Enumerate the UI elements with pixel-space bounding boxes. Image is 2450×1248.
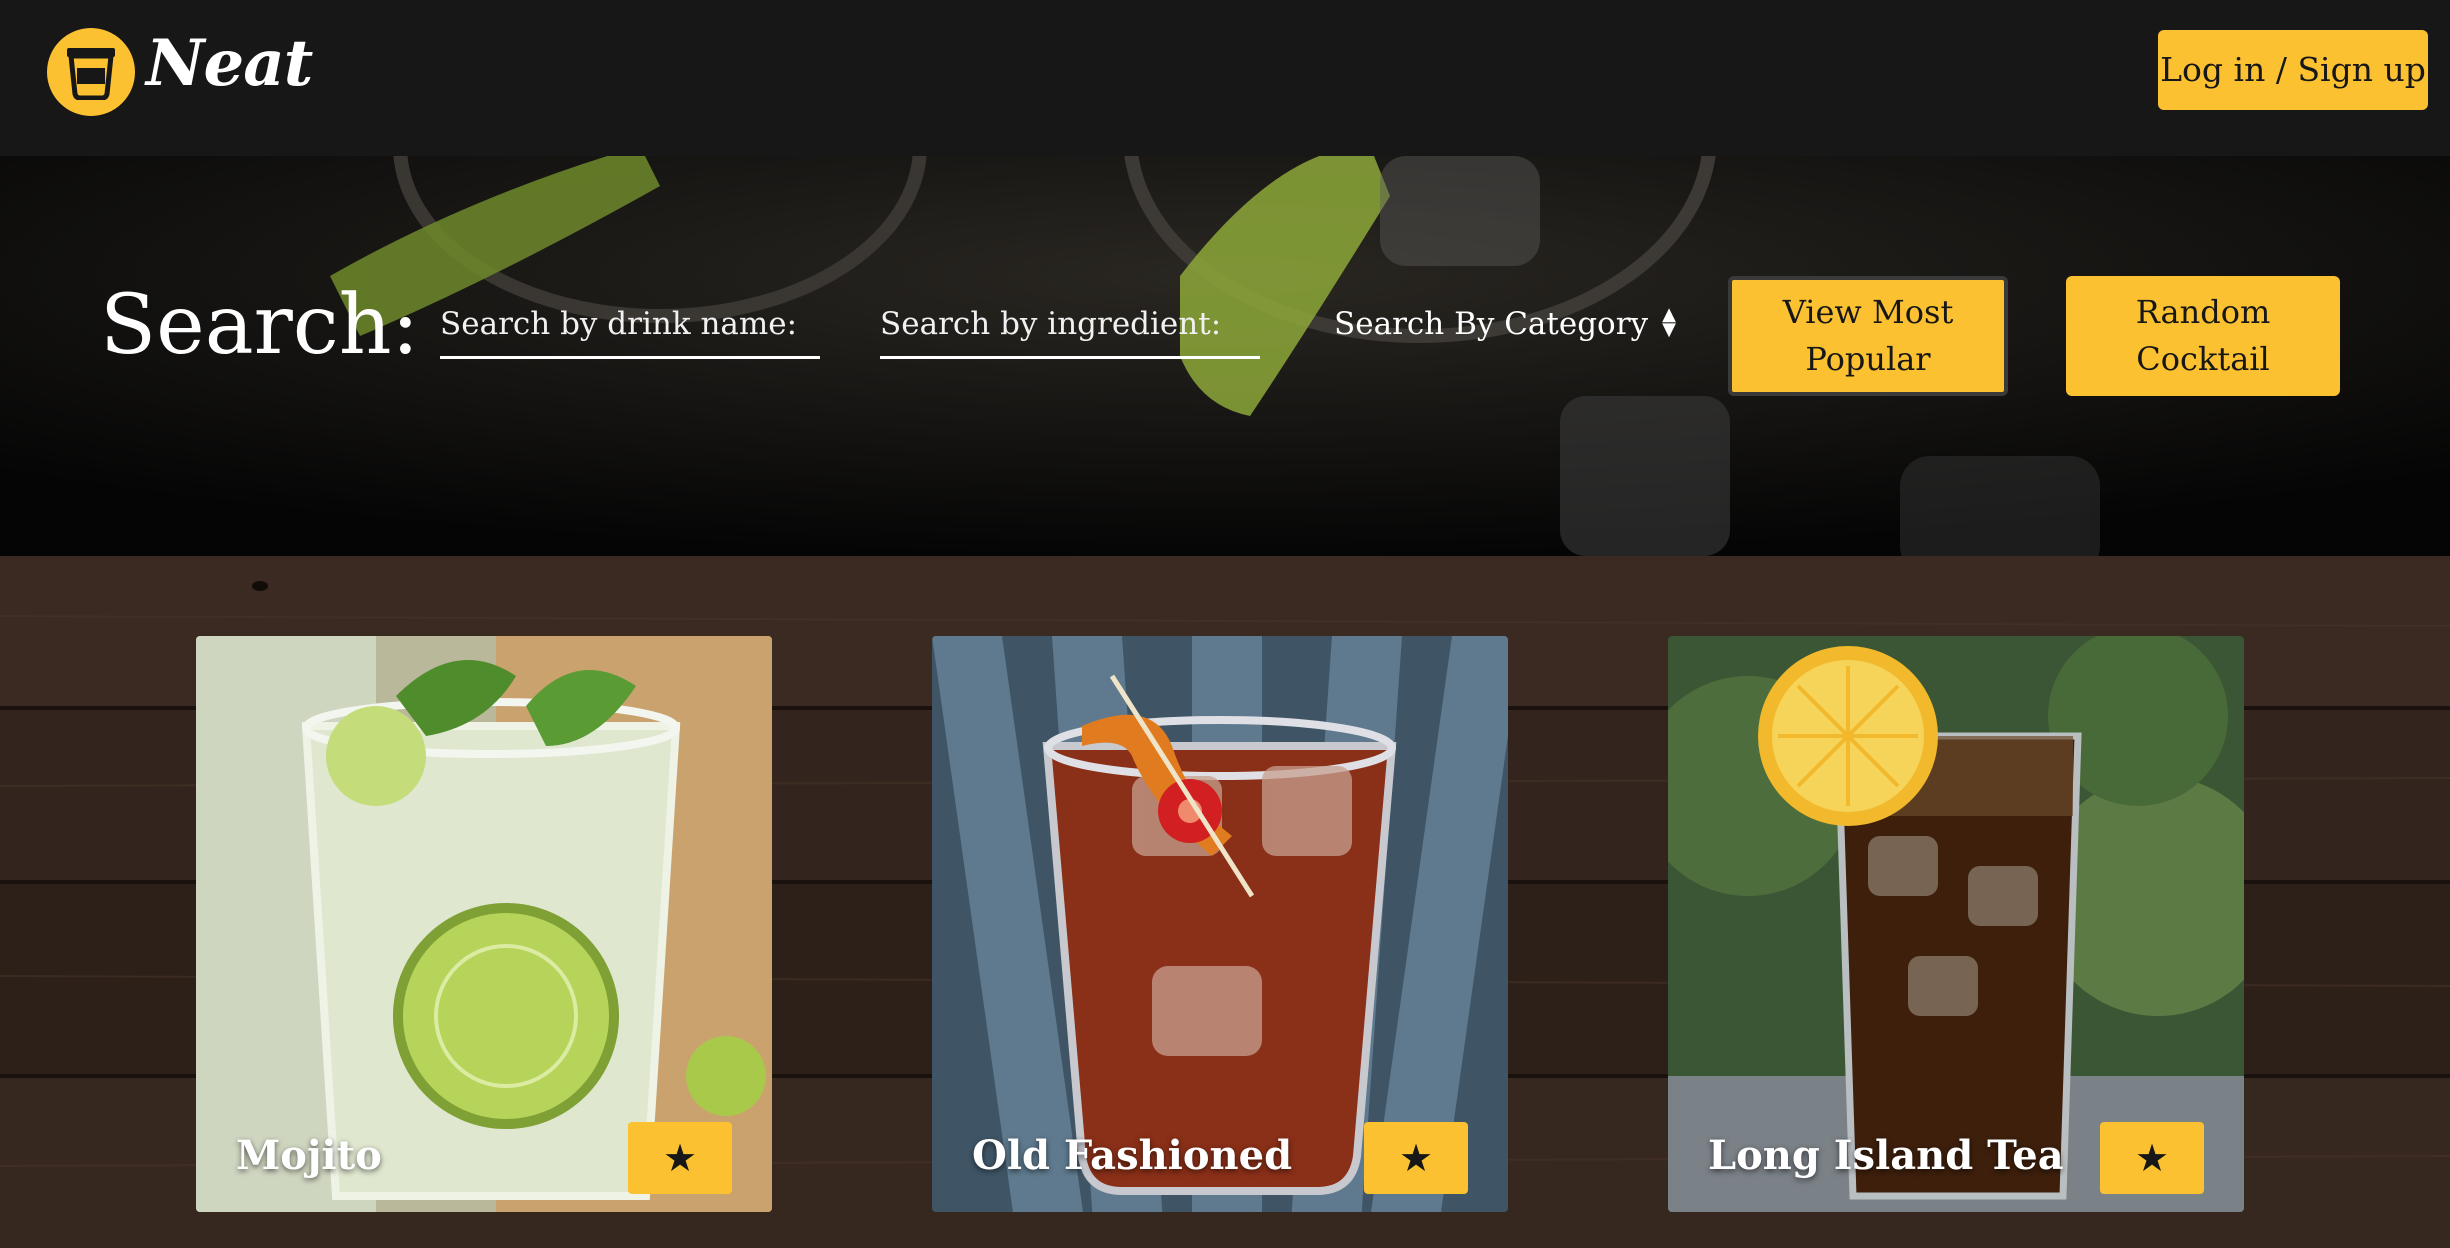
cocktail-card-long-island-tea[interactable]: Long Island Tea ★ xyxy=(1668,636,2244,1212)
cocktail-card-mojito[interactable]: Mojito ★ xyxy=(196,636,772,1212)
random-line-2: Cocktail xyxy=(2136,340,2270,378)
category-select-label: Search By Category xyxy=(1334,306,1649,342)
star-icon: ★ xyxy=(2134,1136,2170,1180)
logo-glass-icon[interactable] xyxy=(47,28,135,116)
random-line-1: Random xyxy=(2135,293,2271,331)
ingredient-field xyxy=(880,292,1260,359)
popular-line-2: Popular xyxy=(1805,340,1931,378)
star-icon: ★ xyxy=(1398,1136,1434,1180)
random-button-label: Random Cocktail xyxy=(2066,289,2340,383)
drink-name-input[interactable] xyxy=(440,292,820,356)
ingredient-input[interactable] xyxy=(880,292,1260,356)
search-hero: Search: Search By Category ▲▼ View Most P… xyxy=(0,156,2450,556)
cocktail-card-old-fashioned[interactable]: Old Fashioned ★ xyxy=(932,636,1508,1212)
logo-text[interactable]: Neat xyxy=(146,26,313,101)
popular-line-1: View Most xyxy=(1782,293,1954,331)
search-heading: Search: xyxy=(100,278,420,373)
random-cocktail-button[interactable]: Random Cocktail xyxy=(2066,276,2340,396)
cocktail-grid: Mojito ★ Old Fashioned ★ Long Island Tea… xyxy=(0,556,2450,1248)
top-navbar: Neat Log in / Sign up xyxy=(0,0,2450,156)
sort-arrows-icon: ▲ ▼ xyxy=(1662,303,1676,340)
cocktail-name: Old Fashioned xyxy=(972,1132,1293,1179)
cocktail-name: Mojito xyxy=(236,1132,382,1179)
login-signup-button[interactable]: Log in / Sign up xyxy=(2158,30,2428,110)
favorite-star-button[interactable]: ★ xyxy=(1364,1122,1468,1194)
drink-name-field xyxy=(440,292,820,359)
cocktail-name: Long Island Tea xyxy=(1708,1132,2064,1179)
favorite-star-button[interactable]: ★ xyxy=(2100,1122,2204,1194)
category-select[interactable]: Search By Category ▲ ▼ xyxy=(1334,294,1676,354)
view-most-popular-button[interactable]: View Most Popular xyxy=(1728,276,2008,396)
popular-button-label: View Most Popular xyxy=(1732,289,2004,383)
star-icon: ★ xyxy=(662,1136,698,1180)
favorite-star-button[interactable]: ★ xyxy=(628,1122,732,1194)
